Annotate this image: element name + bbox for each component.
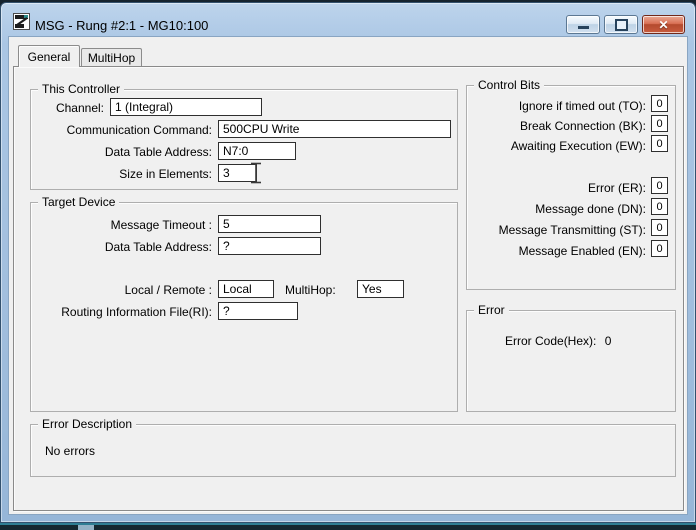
tab-multihop[interactable]: MultiHop [81, 48, 142, 67]
bit-er-box[interactable]: 0 [651, 177, 668, 194]
group-error: Error [466, 303, 676, 412]
background-app-strip [0, 523, 696, 530]
group-this-controller-legend: This Controller [38, 82, 125, 96]
size-in-elements-label: Size in Elements: [119, 167, 212, 181]
target-data-table-address-label: Data Table Address: [104, 240, 212, 254]
comm-command-label: Communication Command: [66, 123, 212, 137]
bit-ew-label: Awaiting Execution (EW): [510, 139, 646, 153]
minimize-icon [577, 26, 589, 29]
minimize-button[interactable] [566, 15, 600, 34]
maximize-button[interactable] [604, 15, 638, 34]
bit-bk-label: Break Connection (BK): [519, 119, 646, 133]
bit-er-label: Error (ER): [588, 181, 646, 195]
routing-file-field[interactable]: ? [218, 302, 298, 320]
background-app-tab [78, 525, 94, 530]
group-error-legend: Error [474, 303, 509, 317]
channel-field[interactable]: 1 (Integral) [110, 98, 262, 116]
multihop-label: MultiHop: [285, 283, 336, 297]
bit-en-box[interactable]: 0 [651, 240, 668, 257]
close-icon: ✕ [658, 17, 669, 32]
target-data-table-address-field[interactable]: ? [218, 237, 321, 255]
group-error-description-legend: Error Description [38, 417, 137, 431]
multihop-field[interactable]: Yes [357, 280, 404, 298]
bit-st-label: Message Transmitting (ST): [498, 223, 646, 237]
tab-general-label: General [27, 49, 71, 64]
group-control-bits-legend: Control Bits [474, 78, 545, 92]
error-code-row: Error Code(Hex): 0 [505, 332, 665, 350]
text-cursor-pointer [251, 162, 261, 184]
close-button[interactable]: ✕ [642, 15, 685, 34]
error-description-text: No errors [45, 444, 96, 458]
window-title: MSG - Rung #2:1 - MG10:100 [35, 17, 209, 33]
channel-label: Channel: [55, 101, 104, 115]
bit-ew-box[interactable]: 0 [651, 135, 668, 152]
message-timeout-field[interactable]: 5 [218, 215, 321, 233]
data-table-address-field[interactable]: N7:0 [218, 142, 296, 160]
maximize-icon [614, 18, 628, 31]
tab-general[interactable]: General [18, 45, 80, 67]
error-code-value: 0 [604, 334, 612, 348]
data-table-address-label: Data Table Address: [104, 145, 212, 159]
local-remote-label: Local / Remote : [124, 283, 212, 297]
routing-file-label: Routing Information File(RI): [61, 305, 212, 319]
tab-multihop-label: MultiHop [87, 51, 136, 65]
bit-to-box[interactable]: 0 [651, 95, 668, 112]
message-timeout-label: Message Timeout : [110, 218, 212, 232]
error-code-label: Error Code(Hex): [505, 334, 597, 348]
bit-st-box[interactable]: 0 [651, 219, 668, 236]
local-remote-field[interactable]: Local [218, 280, 274, 298]
bit-en-label: Message Enabled (EN): [518, 244, 646, 258]
comm-command-field[interactable]: 500CPU Write [218, 120, 451, 138]
bit-dn-box[interactable]: 0 [651, 198, 668, 215]
group-target-device-legend: Target Device [38, 195, 120, 209]
bit-to-label: Ignore if timed out (TO): [518, 99, 646, 113]
bit-bk-box[interactable]: 0 [651, 115, 668, 132]
msg-instruction-icon [13, 13, 30, 30]
screen: { "icons": { "close_glyph": "✕" }, "wind… [0, 0, 696, 530]
bit-dn-label: Message done (DN): [535, 202, 646, 216]
